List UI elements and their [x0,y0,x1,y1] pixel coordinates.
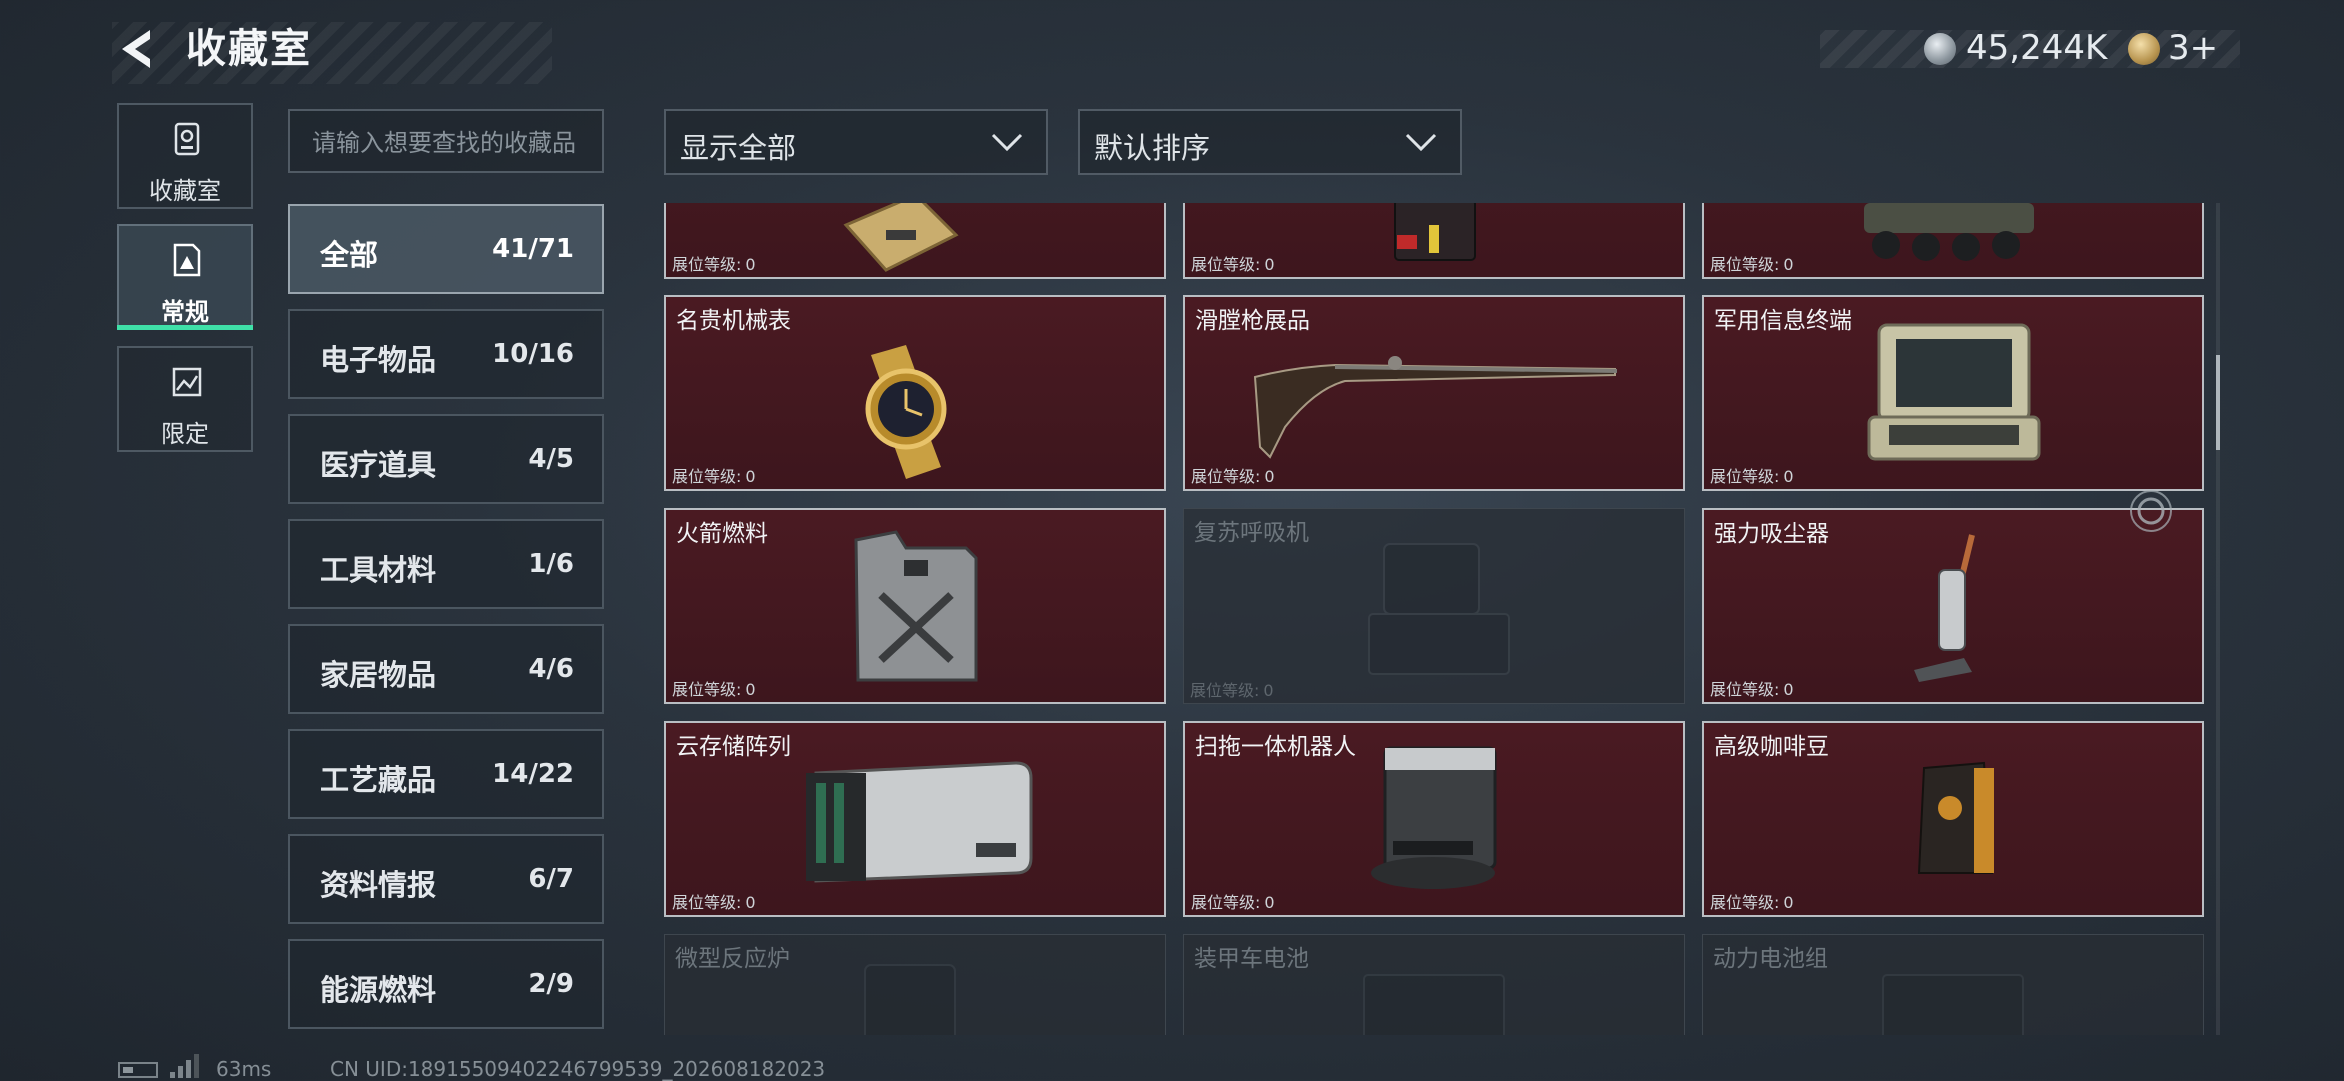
ticket-currency-icon [2128,33,2160,65]
side-tab-label: 限定 [161,420,209,448]
coin-currency-icon [1924,33,1956,65]
sort-dropdown[interactable]: 默认排序 [1078,109,1462,175]
chevron-down-icon [991,133,1023,152]
coin-balance: 45,244K [1966,28,2108,68]
category-name: 电子物品 [320,343,437,377]
category-name: 医疗道具 [320,448,437,482]
search-box [288,109,604,173]
ping-latency: 63ms [216,1057,272,1081]
side-tab-label: 收藏室 [149,177,221,205]
page-title: 收藏室 [186,26,312,72]
item-level: 展位等级: 0 [672,255,756,274]
category-name: 工具材料 [320,553,437,587]
item-card[interactable]: 名贵机械表 展位等级: 0 [664,295,1166,491]
grid-scrollbar-thumb[interactable] [2216,355,2220,450]
title-bar-background [112,22,552,84]
side-tab-label: 常规 [161,298,209,326]
category-crafts[interactable]: 工艺藏品 14/22 [288,729,604,819]
filter-dropdown[interactable]: 显示全部 [664,109,1048,175]
micro-reactor-icon [864,964,956,1035]
vault-icon [174,122,200,156]
category-count: 2/9 [528,969,574,999]
category-medical[interactable]: 医疗道具 4/5 [288,414,604,504]
limited-collection-icon [172,367,202,397]
item-card[interactable]: 强力吸尘器 展位等级: 0 [1702,508,2204,704]
category-count: 10/16 [492,339,574,369]
item-card-locked[interactable]: 微型反应炉 [664,934,1166,1035]
item-level: 展位等级: 0 [1710,255,1794,274]
item-card[interactable]: 云存储阵列 展位等级: 0 [664,721,1166,917]
item-level: 展位等级: 0 [672,680,756,699]
category-count: 41/71 [492,234,574,264]
side-tab-regular[interactable]: 常规 [117,224,253,330]
sort-dropdown-value: 默认排序 [1094,131,1211,165]
category-fuel[interactable]: 能源燃料 2/9 [288,939,604,1029]
category-name: 家居物品 [320,658,437,692]
category-name: 工艺藏品 [320,763,437,797]
item-level: 展位等级: 0 [1710,893,1794,912]
signal-strength-icon [170,1054,199,1078]
category-count: 1/6 [528,549,574,579]
category-intel[interactable]: 资料情报 6/7 [288,834,604,924]
side-tab-vault[interactable]: 收藏室 [117,103,253,209]
filter-dropdown-value: 显示全部 [680,131,797,165]
item-card[interactable]: 滑膛枪展品 展位等级: 0 [1183,295,1685,491]
category-count: 14/22 [492,759,574,789]
item-card[interactable]: 扫拖一体机器人 展位等级: 0 [1183,721,1685,917]
category-electronics[interactable]: 电子物品 10/16 [288,309,604,399]
item-level: 展位等级: 0 [1190,681,1274,700]
item-level: 展位等级: 0 [1710,680,1794,699]
item-level: 展位等级: 0 [1191,467,1275,486]
item-card[interactable]: 高级咖啡豆 展位等级: 0 [1702,721,2204,917]
item-card-locked[interactable]: 装甲车电池 [1183,934,1685,1035]
side-tab-limited[interactable]: 限定 [117,346,253,452]
item-card-locked[interactable]: 动力电池组 [1702,934,2204,1035]
category-count: 4/6 [528,654,574,684]
power-battery-icon [1882,974,2024,1035]
category-count: 6/7 [528,864,574,894]
item-level: 展位等级: 0 [672,893,756,912]
item-card[interactable]: 展位等级: 0 [1183,203,1685,279]
back-arrow-icon[interactable] [116,26,162,72]
item-level: 展位等级: 0 [1191,255,1275,274]
item-level: 展位等级: 0 [1710,467,1794,486]
ventilator-icon [1368,543,1510,675]
item-level: 展位等级: 0 [1191,893,1275,912]
category-name: 资料情报 [320,868,437,902]
active-tab-indicator [117,325,253,330]
category-tools[interactable]: 工具材料 1/6 [288,519,604,609]
ticket-balance: 3+ [2168,28,2219,68]
regular-collection-icon [173,243,201,277]
vehicle-battery-icon [1363,974,1505,1035]
chevron-down-icon [1405,133,1437,152]
category-name: 能源燃料 [320,973,437,1007]
item-card[interactable]: 展位等级: 0 [664,203,1166,279]
item-card[interactable]: 火箭燃料 展位等级: 0 [664,508,1166,704]
category-count: 4/5 [528,444,574,474]
category-household[interactable]: 家居物品 4/6 [288,624,604,714]
search-input[interactable] [310,125,594,161]
user-uid: CN UID:18915509402246799539_202608182023 [330,1057,826,1081]
category-all[interactable]: 全部 41/71 [288,204,604,294]
target-icon[interactable] [2128,488,2174,534]
category-name: 全部 [320,238,379,272]
battery-icon [118,1062,158,1078]
item-level: 展位等级: 0 [672,467,756,486]
item-card[interactable]: 展位等级: 0 [1702,203,2204,279]
item-card[interactable]: 军用信息终端 展位等级: 0 [1702,295,2204,491]
collection-grid[interactable]: 展位等级: 0 展位等级: 0 展位等级: 0 名贵机械表 展位等级: 0 滑膛枪展 [664,203,2204,1035]
grid-scrollbar-track[interactable] [2216,203,2220,1035]
item-card-locked[interactable]: 复苏呼吸机 展位等级: 0 [1183,508,1685,704]
